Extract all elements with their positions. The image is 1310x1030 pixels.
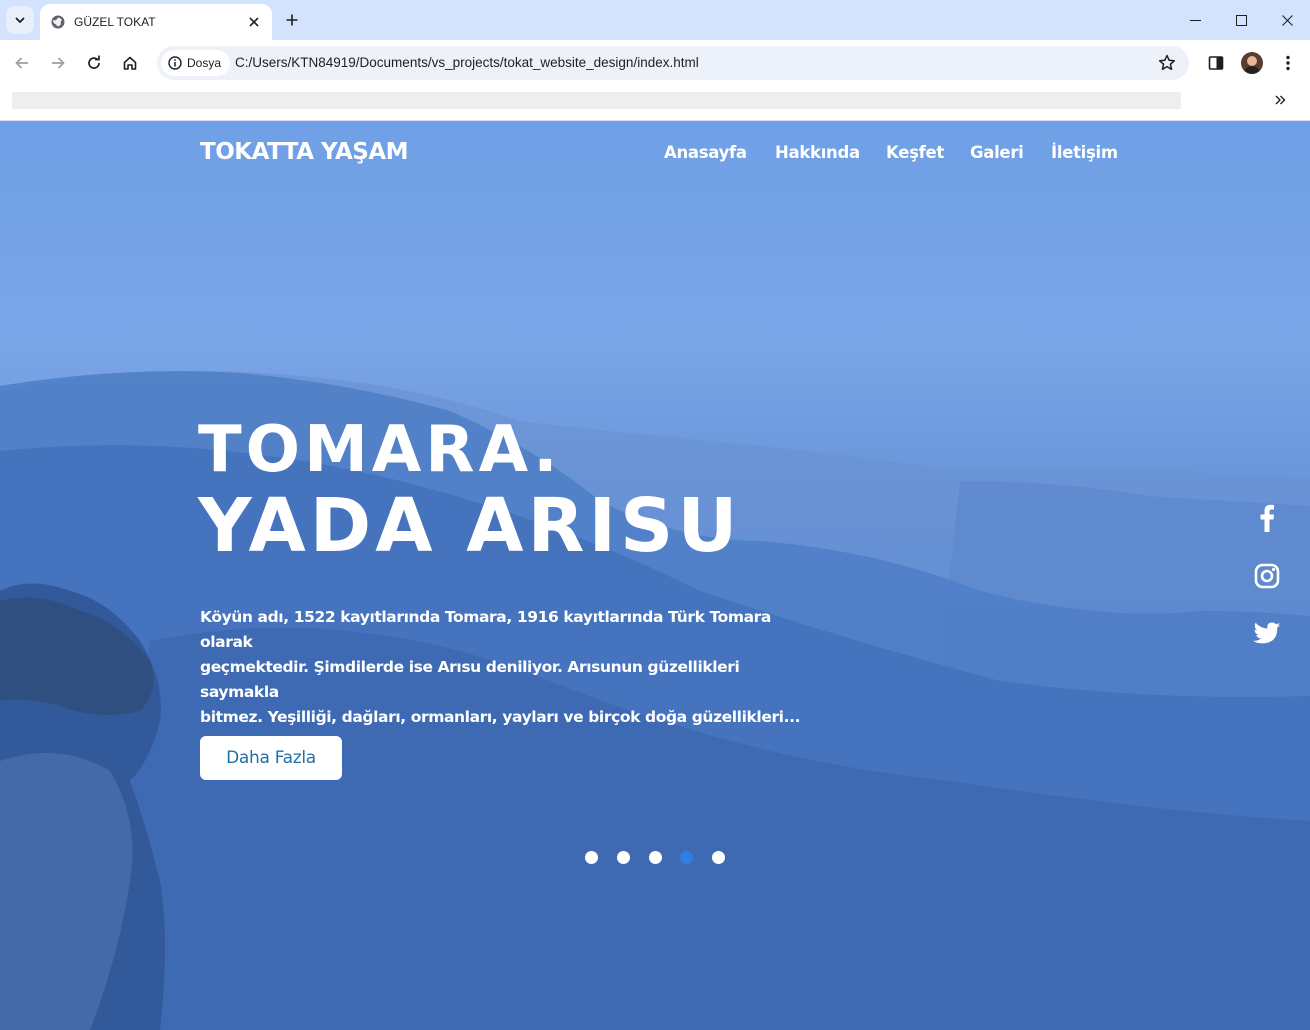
twitter-icon[interactable]	[1252, 619, 1282, 649]
avatar	[1241, 52, 1263, 74]
slider-dot-1[interactable]	[585, 851, 598, 864]
hero-title-line2: YADA ARISU	[198, 483, 742, 569]
forward-button[interactable]	[44, 49, 72, 77]
nav-anasayfa[interactable]: Anasayfa	[664, 143, 747, 162]
hero-lead-line: geçmektedir. Şimdilerde ise Arısu denili…	[200, 658, 740, 701]
tab-title: GÜZEL TOKAT	[74, 15, 156, 29]
tab-search-button[interactable]	[6, 6, 34, 34]
plus-icon	[286, 14, 298, 26]
slider-dot-3[interactable]	[649, 851, 662, 864]
slider-dot-2[interactable]	[617, 851, 630, 864]
maximize-icon	[1235, 14, 1247, 26]
site-brand[interactable]: TOKATTA YAŞAM	[200, 139, 409, 165]
browser-tab[interactable]: GÜZEL TOKAT	[40, 4, 272, 40]
globe-icon	[50, 14, 66, 30]
more-vertical-icon	[1286, 55, 1290, 71]
new-tab-button[interactable]	[281, 9, 303, 31]
mountain-background	[0, 371, 1310, 1030]
web-page: TOKATTA YAŞAM Anasayfa Hakkında Keşfet G…	[0, 121, 1310, 1030]
double-chevron-right-icon	[1275, 95, 1286, 105]
menu-button[interactable]	[1275, 50, 1301, 76]
hero-title-line1: TOMARA.	[198, 413, 562, 487]
slider-dot-4-active[interactable]	[680, 851, 693, 864]
nav-kesfet[interactable]: Keşfet	[886, 143, 944, 162]
profile-button[interactable]	[1239, 50, 1265, 76]
instagram-icon[interactable]	[1252, 561, 1282, 591]
address-bar[interactable]: Dosya C:/Users/KTN84919/Documents/vs_pro…	[157, 46, 1189, 80]
minimize-icon	[1189, 19, 1201, 21]
bookmarks-bar	[0, 86, 1310, 121]
more-button[interactable]: Daha Fazla	[200, 736, 342, 780]
url-text[interactable]: C:/Users/KTN84919/Documents/vs_projects/…	[235, 55, 699, 70]
nav-galeri[interactable]: Galeri	[970, 143, 1024, 162]
chevron-down-icon	[15, 17, 25, 23]
minimize-button[interactable]	[1172, 0, 1218, 40]
bookmarks-placeholder	[12, 92, 1181, 109]
arrow-right-icon	[52, 57, 65, 69]
tab-strip: GÜZEL TOKAT	[0, 0, 1310, 40]
nav-hakkinda[interactable]: Hakkında	[775, 143, 860, 162]
hero-lead: Köyün adı, 1522 kayıtlarında Tomara, 191…	[200, 605, 810, 730]
back-button[interactable]	[8, 49, 36, 77]
side-panel-button[interactable]	[1203, 50, 1229, 76]
bookmark-star-icon[interactable]	[1157, 53, 1177, 73]
site-info-chip[interactable]: Dosya	[161, 50, 231, 76]
security-chip-label: Dosya	[187, 56, 222, 70]
close-window-button[interactable]	[1264, 0, 1310, 40]
info-icon	[168, 56, 182, 70]
hero-lead-line: Köyün adı, 1522 kayıtlarında Tomara, 191…	[200, 608, 771, 651]
close-icon	[1281, 14, 1293, 26]
hero-lead-line: bitmez. Yeşilliği, dağları, ormanları, y…	[200, 708, 801, 726]
reload-icon	[88, 55, 100, 69]
nav-iletisim[interactable]: İletişim	[1051, 143, 1118, 162]
maximize-button[interactable]	[1218, 0, 1264, 40]
facebook-icon[interactable]	[1252, 503, 1282, 533]
browser-toolbar: Dosya C:/Users/KTN84919/Documents/vs_pro…	[0, 40, 1310, 86]
close-tab-icon[interactable]	[246, 14, 262, 30]
more-bookmarks-button[interactable]	[1270, 90, 1290, 110]
side-panel-icon	[1208, 56, 1224, 70]
reload-button[interactable]	[80, 49, 108, 77]
home-icon	[123, 56, 137, 70]
home-button[interactable]	[116, 49, 144, 77]
arrow-left-icon	[15, 57, 28, 69]
slider-dot-5[interactable]	[712, 851, 725, 864]
